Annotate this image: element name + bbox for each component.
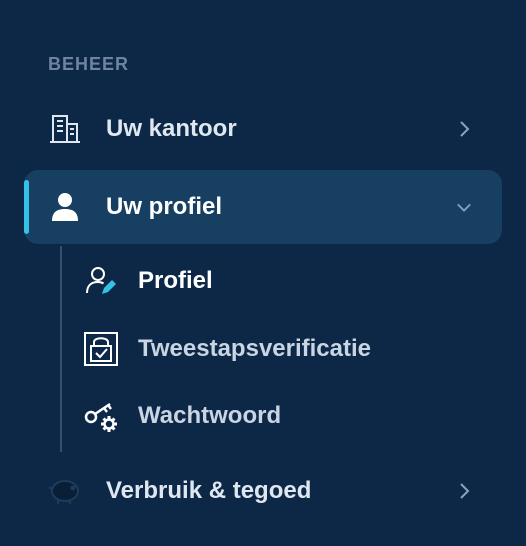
key-gear-icon [84, 399, 118, 433]
sidebar-item-label: Uw profiel [106, 193, 223, 220]
profile-submenu: Profiel Tweestapsverificatie Wachtwoord [60, 246, 500, 452]
chevron-right-icon [456, 121, 472, 137]
lock-check-icon [84, 332, 118, 366]
piggy-bank-icon [48, 474, 82, 508]
submenu-item-label: Profiel [138, 267, 213, 294]
section-title: BEHEER [48, 54, 130, 74]
submenu-divider [60, 246, 62, 452]
sidebar-item-label: Verbruik & tegoed [106, 477, 312, 504]
sidebar-item-verbruik[interactable]: Verbruik & tegoed [24, 454, 502, 528]
submenu-item-wachtwoord[interactable]: Wachtwoord [80, 391, 480, 441]
sidebar-item-label: Uw kantoor [106, 115, 237, 142]
sidebar-navigation: BEHEER Uw kantoor Uw profiel Profiel Twe… [0, 0, 526, 546]
submenu-item-tweestapsverificatie[interactable]: Tweestapsverificatie [80, 324, 480, 374]
user-edit-icon [84, 264, 118, 298]
submenu-item-label: Wachtwoord [138, 402, 282, 429]
sidebar-item-profiel[interactable]: Uw profiel [24, 170, 502, 244]
submenu-item-profiel[interactable]: Profiel [80, 256, 480, 306]
submenu-item-label: Tweestapsverificatie [138, 335, 372, 362]
building-icon [48, 112, 82, 146]
sidebar-item-kantoor[interactable]: Uw kantoor [24, 92, 502, 166]
active-indicator [24, 180, 29, 234]
user-icon [48, 190, 82, 224]
chevron-right-icon [456, 483, 472, 499]
chevron-down-icon [456, 199, 472, 215]
